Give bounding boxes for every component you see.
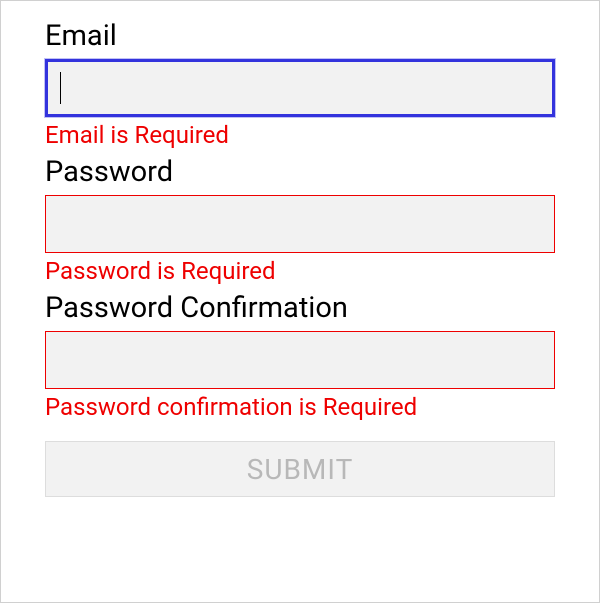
password-confirmation-group: Password Confirmation Password confirmat… — [45, 291, 555, 421]
password-confirmation-input[interactable] — [45, 331, 555, 389]
password-confirmation-error: Password confirmation is Required — [45, 393, 555, 421]
password-input[interactable] — [45, 195, 555, 253]
password-error: Password is Required — [45, 257, 555, 285]
email-group: Email Email is Required — [45, 19, 555, 149]
text-cursor — [60, 72, 61, 104]
email-error: Email is Required — [45, 121, 555, 149]
email-input[interactable] — [45, 59, 555, 117]
password-group: Password Password is Required — [45, 155, 555, 285]
password-label: Password — [45, 155, 555, 189]
password-confirmation-label: Password Confirmation — [45, 291, 555, 325]
email-label: Email — [45, 19, 555, 53]
submit-button[interactable]: SUBMIT — [45, 441, 555, 497]
